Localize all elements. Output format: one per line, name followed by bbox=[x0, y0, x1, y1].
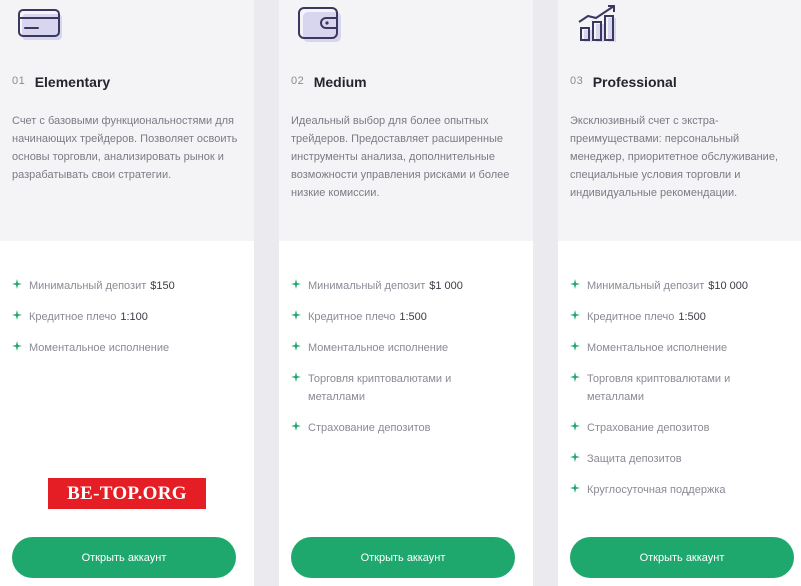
sparkle-icon bbox=[12, 310, 22, 320]
plan-number: 03 bbox=[570, 75, 584, 87]
sparkle-icon bbox=[291, 310, 301, 320]
feature-label: Кредитное плечо bbox=[587, 311, 675, 323]
feature-label: Круглосуточная поддержка bbox=[587, 484, 726, 496]
sparkle-icon bbox=[291, 372, 301, 382]
plan-description: Счет с базовыми функциональностями для н… bbox=[12, 115, 238, 181]
feature-item: Моментальное исполнение bbox=[570, 339, 787, 357]
feature-label: Торговля криптовалютами и металлами bbox=[587, 373, 731, 403]
plan-card-medium: 02 Medium Идеальный выбор для более опыт… bbox=[279, 0, 533, 586]
feature-item: Минимальный депозит $10 000 bbox=[570, 277, 787, 295]
plan-title: Medium bbox=[313, 74, 367, 90]
sparkle-icon bbox=[291, 421, 301, 431]
feature-label: Кредитное плечо bbox=[308, 311, 396, 323]
feature-label: Минимальный депозит bbox=[308, 280, 426, 292]
feature-label: Кредитное плечо bbox=[29, 311, 117, 323]
open-account-button[interactable]: Открыть аккаунт bbox=[12, 537, 236, 578]
feature-label: Страхование депозитов bbox=[308, 422, 431, 434]
feature-item: Торговля криптовалютами и металлами bbox=[570, 370, 787, 406]
sparkle-icon bbox=[291, 341, 301, 351]
plan-features-list: Минимальный депозит $10 000 Кредитное пле… bbox=[570, 277, 787, 512]
feature-item: Страхование депозитов bbox=[291, 419, 508, 437]
sparkle-icon bbox=[12, 279, 22, 289]
feature-item: Круглосуточная поддержка bbox=[570, 481, 787, 499]
plan-heading: 03 Professional bbox=[570, 74, 677, 92]
plan-title: Professional bbox=[592, 74, 677, 90]
sparkle-icon bbox=[570, 483, 580, 493]
feature-item: Торговля криптовалютами и металлами bbox=[291, 370, 508, 406]
feature-label: Минимальный депозит bbox=[29, 280, 147, 292]
feature-value: $150 bbox=[150, 280, 175, 292]
sparkle-icon bbox=[12, 341, 22, 351]
feature-label: Моментальное исполнение bbox=[308, 342, 449, 354]
feature-item: Защита депозитов bbox=[570, 450, 787, 468]
plan-card-header: 01 Elementary Счет с базовыми функционал… bbox=[0, 0, 254, 241]
sparkle-icon bbox=[570, 341, 580, 351]
open-account-button[interactable]: Открыть аккаунт bbox=[570, 537, 794, 578]
feature-item: Моментальное исполнение bbox=[291, 339, 508, 357]
feature-item: Минимальный депозит $150 bbox=[12, 277, 229, 295]
plan-description: Эксклюзивный счет с экстра-преимуществам… bbox=[570, 115, 778, 199]
plan-title: Elementary bbox=[34, 74, 111, 90]
plan-card-header: 03 Professional Эксклюзивный счет с экст… bbox=[558, 0, 801, 241]
feature-label: Торговля криптовалютами и металлами bbox=[308, 373, 452, 403]
feature-value: 1:500 bbox=[399, 311, 427, 323]
open-account-button[interactable]: Открыть аккаунт bbox=[291, 537, 515, 578]
sparkle-icon bbox=[570, 279, 580, 289]
plan-features-list: Минимальный депозит $1 000 Кредитное плеч… bbox=[291, 277, 508, 450]
feature-item: Моментальное исполнение bbox=[12, 339, 229, 357]
plan-heading: 01 Elementary bbox=[12, 74, 110, 92]
feature-label: Моментальное исполнение bbox=[587, 342, 728, 354]
feature-label: Минимальный депозит bbox=[587, 280, 705, 292]
plan-card-professional: 03 Professional Эксклюзивный счет с экст… bbox=[558, 0, 801, 586]
plan-number: 01 bbox=[12, 75, 26, 87]
feature-item: Минимальный депозит $1 000 bbox=[291, 277, 508, 295]
feature-value: 1:500 bbox=[678, 311, 706, 323]
plan-features-list: Минимальный депозит $150 Кредитное плечо 1… bbox=[12, 277, 229, 370]
feature-value: $10 000 bbox=[708, 280, 749, 292]
plan-description: Идеальный выбор для более опытных трейде… bbox=[291, 115, 510, 199]
feature-item: Кредитное плечо 1:500 bbox=[570, 308, 787, 326]
sparkle-icon bbox=[570, 421, 580, 431]
feature-item: Страхование депозитов bbox=[570, 419, 787, 437]
feature-item: Кредитное плечо 1:500 bbox=[291, 308, 508, 326]
plan-number: 02 bbox=[291, 75, 305, 87]
feature-value: 1:100 bbox=[120, 311, 148, 323]
sparkle-icon bbox=[291, 279, 301, 289]
plan-heading: 02 Medium bbox=[291, 74, 367, 92]
sparkle-icon bbox=[570, 452, 580, 462]
feature-item: Кредитное плечо 1:100 bbox=[12, 308, 229, 326]
plan-card-header: 02 Medium Идеальный выбор для более опыт… bbox=[279, 0, 533, 241]
watermark: BE-TOP.ORG bbox=[48, 478, 206, 509]
feature-label: Страхование депозитов bbox=[587, 422, 710, 434]
feature-value: $1 000 bbox=[429, 280, 463, 292]
sparkle-icon bbox=[570, 372, 580, 382]
feature-label: Защита депозитов bbox=[587, 453, 682, 465]
growth-chart-icon bbox=[578, 5, 616, 42]
sparkle-icon bbox=[570, 310, 580, 320]
credit-card-icon bbox=[18, 9, 62, 40]
wallet-icon bbox=[298, 7, 341, 42]
feature-label: Моментальное исполнение bbox=[29, 342, 170, 354]
